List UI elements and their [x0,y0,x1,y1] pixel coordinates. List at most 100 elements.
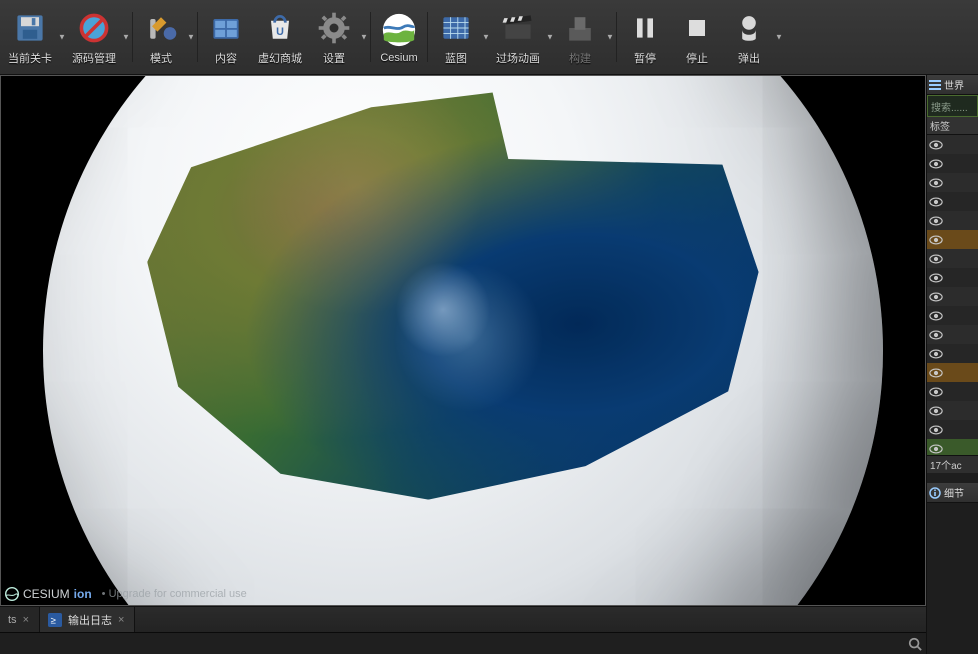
content-button[interactable]: 内容 [200,2,252,72]
outliner-row[interactable] [927,249,978,268]
marketplace-icon: U [260,8,300,48]
outliner-row[interactable] [927,192,978,211]
toolbar-label: 停止 [686,50,708,66]
outliner-row[interactable] [927,230,978,249]
visibility-eye-icon[interactable] [929,404,943,418]
visibility-eye-icon[interactable] [929,423,943,437]
main-area: CESIUM ion • Upgrade for commercial use … [0,75,978,654]
log-search-row [0,632,926,654]
visibility-eye-icon[interactable] [929,195,943,209]
visibility-eye-icon[interactable] [929,252,943,266]
toolbar-label: 内容 [215,50,237,66]
toolbar-separator [616,12,617,62]
terminal-icon: ≥ [48,613,62,627]
outliner-row[interactable] [927,135,978,154]
details-header[interactable]: 细节 [927,483,978,503]
visibility-eye-icon[interactable] [929,347,943,361]
outliner-column-header[interactable]: 标签 [927,117,978,135]
toolbar-separator [427,12,428,62]
close-icon[interactable]: × [118,614,124,626]
world-outliner-header[interactable]: 世界 [927,75,978,95]
save-level-button[interactable]: 当前关卡 ▼ [2,2,66,72]
outliner-row[interactable] [927,154,978,173]
bottom-tab-strip: ts × ≥ 输出日志 × [0,606,926,632]
tab-label: 输出日志 [68,612,112,628]
list-icon [929,79,941,91]
visibility-eye-icon[interactable] [929,366,943,380]
visibility-eye-icon[interactable] [929,157,943,171]
visibility-eye-icon[interactable] [929,309,943,323]
mode-icon [141,8,181,48]
outliner-row[interactable] [927,173,978,192]
visibility-eye-icon[interactable] [929,138,943,152]
visibility-eye-icon[interactable] [929,442,943,456]
blueprint-icon [436,8,476,48]
outliner-row[interactable] [927,363,978,382]
search-placeholder: 搜索...... [931,99,968,114]
visibility-eye-icon[interactable] [929,328,943,342]
toolbar-label: 弹出 [738,50,760,66]
pause-button[interactable]: 暂停 [619,2,671,72]
outliner-row[interactable] [927,268,978,287]
toolbar-label: Cesium [380,52,417,64]
panel-title: 细节 [944,485,964,500]
search-icon[interactable] [908,637,922,651]
outliner-row[interactable] [927,325,978,344]
cesium-logo-icon [5,587,19,601]
toolbar-label: 当前关卡 [8,50,52,66]
visibility-eye-icon[interactable] [929,214,943,228]
outliner-row[interactable] [927,306,978,325]
cesium-button[interactable]: Cesium [373,2,425,72]
chevron-down-icon[interactable]: ▼ [360,33,370,42]
toolbar-separator [197,12,198,62]
chevron-down-icon[interactable]: ▼ [187,33,197,42]
settings-button[interactable]: 设置 ▼ [308,2,368,72]
outliner-row[interactable] [927,420,978,439]
outliner-row[interactable] [927,344,978,363]
chevron-down-icon[interactable]: ▼ [122,33,132,42]
toolbar-label: 虚幻商城 [258,50,302,66]
visibility-eye-icon[interactable] [929,233,943,247]
actor-count: 17个ac [930,457,962,472]
details-body [927,503,978,654]
outliner-row[interactable] [927,401,978,420]
blueprint-button[interactable]: 蓝图 ▼ [430,2,490,72]
cesium-watermark: CESIUM ion • Upgrade for commercial use [5,587,247,601]
log-search-input[interactable] [0,638,908,650]
stop-button[interactable]: 停止 [671,2,723,72]
stop-icon [677,8,717,48]
level-viewport[interactable]: CESIUM ion • Upgrade for commercial use [0,75,926,606]
source-control-button[interactable]: 源码管理 ▼ [66,2,130,72]
toolbar-label: 暂停 [634,50,656,66]
marketplace-button[interactable]: U 虚幻商城 [252,2,308,72]
watermark-upgrade: • Upgrade for commercial use [102,588,247,600]
mode-button[interactable]: 模式 ▼ [135,2,195,72]
visibility-eye-icon[interactable] [929,290,943,304]
cesium-icon [379,10,419,50]
visibility-eye-icon[interactable] [929,271,943,285]
chevron-down-icon[interactable]: ▼ [606,33,616,42]
clapboard-icon [498,8,538,48]
viewport-column: CESIUM ion • Upgrade for commercial use … [0,75,926,654]
outliner-search[interactable]: 搜索...... [927,95,978,117]
cinematic-button[interactable]: 过场动画 ▼ [490,2,554,72]
eject-button[interactable]: 弹出 ▼ [723,2,783,72]
outliner-row[interactable] [927,439,978,455]
visibility-eye-icon[interactable] [929,176,943,190]
chevron-down-icon[interactable]: ▼ [775,33,785,42]
outliner-row[interactable] [927,211,978,230]
right-panels: 世界 搜索...... 标签 17个ac 细节 [926,75,978,654]
tab-left[interactable]: ts × [0,607,40,632]
close-icon[interactable]: × [23,614,29,626]
visibility-eye-icon[interactable] [929,385,943,399]
toolbar-separator [132,12,133,62]
build-button[interactable]: 构建 ▼ [554,2,614,72]
outliner-list[interactable] [927,135,978,455]
outliner-row[interactable] [927,287,978,306]
toolbar-label: 设置 [323,50,345,66]
info-icon [929,487,941,499]
outliner-row[interactable] [927,382,978,401]
build-icon [560,8,600,48]
toolbar-label: 构建 [569,50,591,66]
tab-output-log[interactable]: ≥ 输出日志 × [40,607,135,632]
